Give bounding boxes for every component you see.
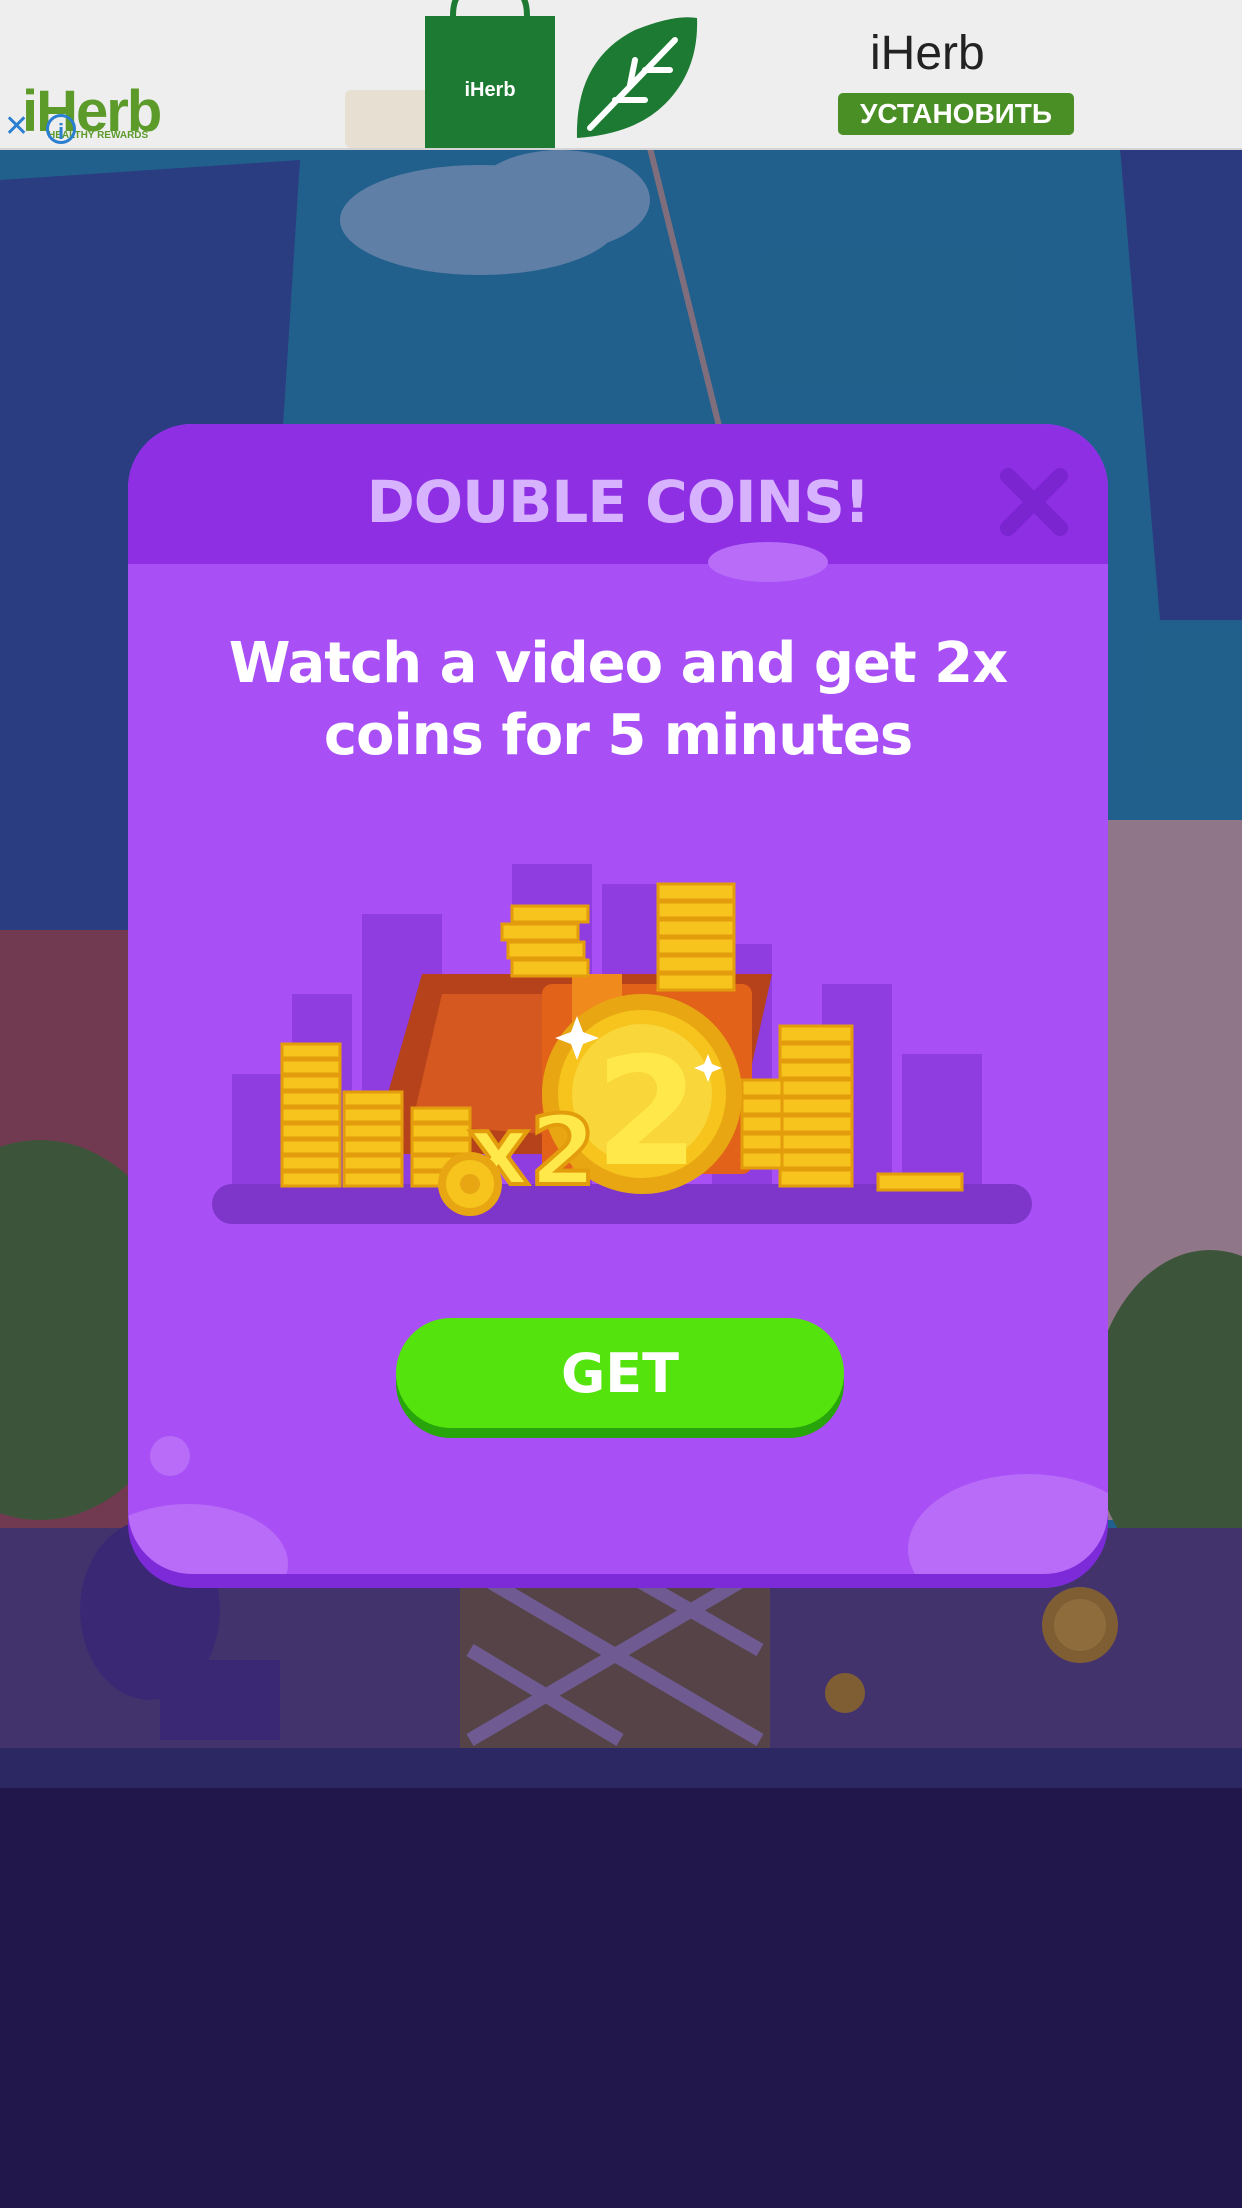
ad-bag-label: iHerb — [464, 79, 515, 101]
ad-close-icon[interactable]: ✕ — [4, 112, 29, 142]
dialog-message: Watch a video and get 2x coins for 5 min… — [228, 631, 1009, 768]
close-icon[interactable] — [996, 464, 1072, 540]
ad-info-icon[interactable]: i — [46, 114, 76, 144]
decor-cloud — [708, 542, 828, 582]
double-coins-dialog: DOUBLE COINS! Watch a video and get 2x c… — [128, 424, 1108, 1574]
decor-cloud — [908, 1474, 1108, 1574]
ad-install-button[interactable]: УСТАНОВИТЬ — [838, 93, 1074, 135]
ad-banner[interactable]: iHerb HEALTHY REWARDS ✕ i iHerb iHerb УС… — [0, 0, 1242, 150]
ad-product-image: iHerb — [345, 0, 698, 148]
dialog-title: DOUBLE COINS! — [366, 468, 871, 536]
ad-title: iHerb — [870, 27, 985, 80]
get-button[interactable]: GET — [396, 1318, 844, 1428]
coins-illustration: 2 x2 — [212, 864, 1032, 1224]
decor-cloud — [128, 1504, 288, 1574]
svg-text:2: 2 — [595, 1026, 699, 1200]
decor-bubble — [150, 1436, 190, 1476]
